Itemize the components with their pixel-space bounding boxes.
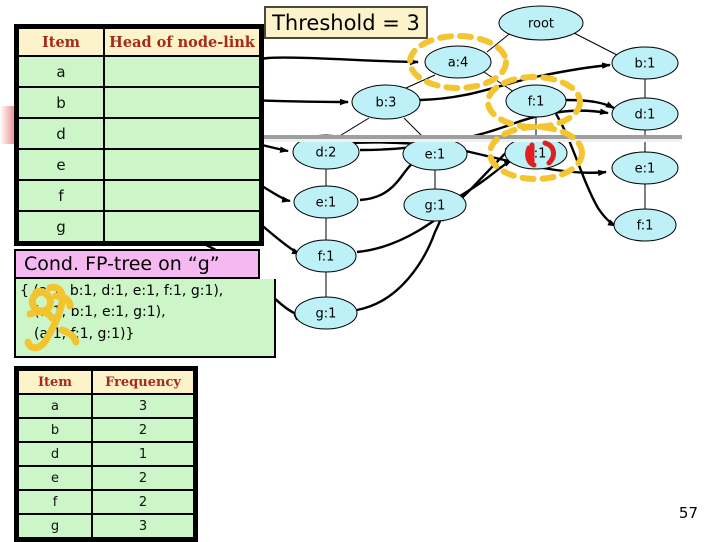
frequency-table-row: e2 [17, 465, 195, 491]
frequency-table-row: d1 [17, 441, 195, 467]
page-number: 57 [678, 504, 698, 522]
node-link-g3 [459, 158, 513, 198]
header-table-row: b [17, 86, 261, 119]
header-table: Item Head of node-link abdefg [14, 24, 264, 246]
frequency-table-cell-item: f [17, 489, 93, 515]
header-table-cell-nodelink [103, 210, 261, 243]
cond-fptree-title-label: Cond. FP-tree on “g” [24, 253, 220, 275]
fp-tree-node-b1r: b:1 [611, 46, 679, 80]
node-label: g:1 [316, 307, 337, 322]
fp-tree-node-g1m: g:1 [403, 188, 467, 222]
frequency-table-cell-item: b [17, 417, 93, 443]
node-label: b:1 [635, 57, 656, 72]
node-link-g2 [356, 212, 445, 312]
node-label: root [528, 17, 554, 32]
header-table-cell-nodelink [103, 86, 261, 119]
frequency-table-row: f2 [17, 489, 195, 515]
header-table-cell-item: d [17, 117, 105, 150]
header-table-head-row: Item Head of node-link [17, 27, 261, 57]
fp-tree-nodes: root a:4 b:1 b:3 f:1 d:1 d:2 e:1 g:1 e:1 e:1 g:1 f:1… [292, 5, 679, 330]
slide-canvas: root a:4 b:1 b:3 f:1 d:1 d:2 e:1 g:1 e:1 e:1 g:1 f:1… [0, 0, 720, 542]
frequency-table-cell-frequency: 2 [91, 489, 195, 515]
header-table-row: f [17, 179, 261, 212]
node-label: d:2 [316, 146, 337, 161]
frequency-table-cell-frequency: 2 [91, 417, 195, 443]
node-label: b:3 [376, 96, 397, 111]
node-label: g:1 [526, 147, 547, 162]
header-table-cell-item: e [17, 148, 105, 181]
fp-tree-node-b3: b:3 [351, 84, 421, 120]
header-table-cell-item: a [17, 55, 105, 88]
header-table-row: e [17, 148, 261, 181]
frequency-table-cell-frequency: 2 [91, 465, 195, 491]
node-link-f2b [565, 98, 615, 110]
node-label: f:1 [637, 219, 654, 234]
itemset-line-1: { (a:1, b:1, d:1, e:1, f:1, g:1), [20, 283, 224, 299]
frequency-table-body: a3b2d1e2f2g3 [17, 393, 195, 539]
frequency-table-cell-frequency: 1 [91, 441, 195, 467]
header-table-cell-item: f [17, 179, 105, 212]
frequency-table-head-row: Item Frequency [17, 369, 195, 395]
frequency-table-col-frequency: Frequency [91, 369, 195, 395]
frequency-table-row: g3 [17, 513, 195, 539]
fp-tree-node-e1l: e:1 [293, 185, 359, 219]
threshold-label: Threshold = 3 [272, 10, 420, 35]
header-table-col-item: Item [17, 27, 105, 57]
node-label: f:1 [528, 95, 545, 110]
frequency-table: Item Frequency a3b2d1e2f2g3 [14, 366, 198, 542]
node-label: f:1 [318, 250, 335, 265]
itemset-line-2: (a:1, b:1, e:1, g:1), [34, 304, 166, 321]
fp-tree-node-e1m: e:1 [402, 137, 468, 171]
frequency-table-cell-frequency: 3 [91, 513, 195, 539]
fp-tree-node-g1l: g:1 [294, 296, 358, 330]
node-label: g:1 [425, 199, 446, 214]
node-label: d:1 [635, 108, 656, 123]
frequency-table-row: a3 [17, 393, 195, 419]
header-table-row: d [17, 117, 261, 150]
frequency-table-cell-item: d [17, 441, 93, 467]
header-table-row: a [17, 55, 261, 88]
fp-tree-node-d1r: d:1 [611, 97, 679, 131]
gray-rule-line-light [252, 139, 682, 142]
node-label: e:1 [635, 162, 656, 177]
fp-tree-node-a4: a:4 [424, 45, 492, 79]
header-table-row: g [17, 210, 261, 243]
frequency-table-cell-item: g [17, 513, 93, 539]
header-table-cell-item: b [17, 86, 105, 119]
itemset-line-3: (a:1, f:1, g:1)} [34, 325, 135, 342]
header-table-cell-nodelink [103, 148, 261, 181]
fp-tree-node-f1l: f:1 [295, 239, 357, 273]
node-label: e:1 [316, 196, 337, 211]
threshold-callout: Threshold = 3 [264, 6, 428, 39]
header-table-col-nodelink: Head of node-link [103, 27, 261, 57]
fp-tree-node-f1m: f:1 [505, 84, 567, 118]
node-label: e:1 [425, 148, 446, 163]
header-table-cell-item: g [17, 210, 105, 243]
fp-tree-node-root: root [498, 5, 584, 41]
cond-fptree-title: Cond. FP-tree on “g” [14, 249, 260, 279]
header-table-cell-nodelink [103, 55, 261, 88]
frequency-table-row: b2 [17, 417, 195, 443]
node-label: a:4 [448, 56, 469, 71]
header-table-cell-nodelink [103, 117, 261, 150]
frequency-table-cell-frequency: 3 [91, 393, 195, 419]
cond-fptree-itemsets: { (a:1, b:1, d:1, e:1, f:1, g:1), (a:1, … [14, 279, 276, 358]
frequency-table-col-item: Item [17, 369, 93, 395]
frequency-table-cell-item: a [17, 393, 93, 419]
fp-tree-node-f1r: f:1 [613, 208, 677, 242]
frequency-table-cell-item: e [17, 465, 93, 491]
header-table-body: abdefg [17, 55, 261, 243]
fp-tree-node-e1r: e:1 [611, 151, 679, 185]
header-table-cell-nodelink [103, 179, 261, 212]
